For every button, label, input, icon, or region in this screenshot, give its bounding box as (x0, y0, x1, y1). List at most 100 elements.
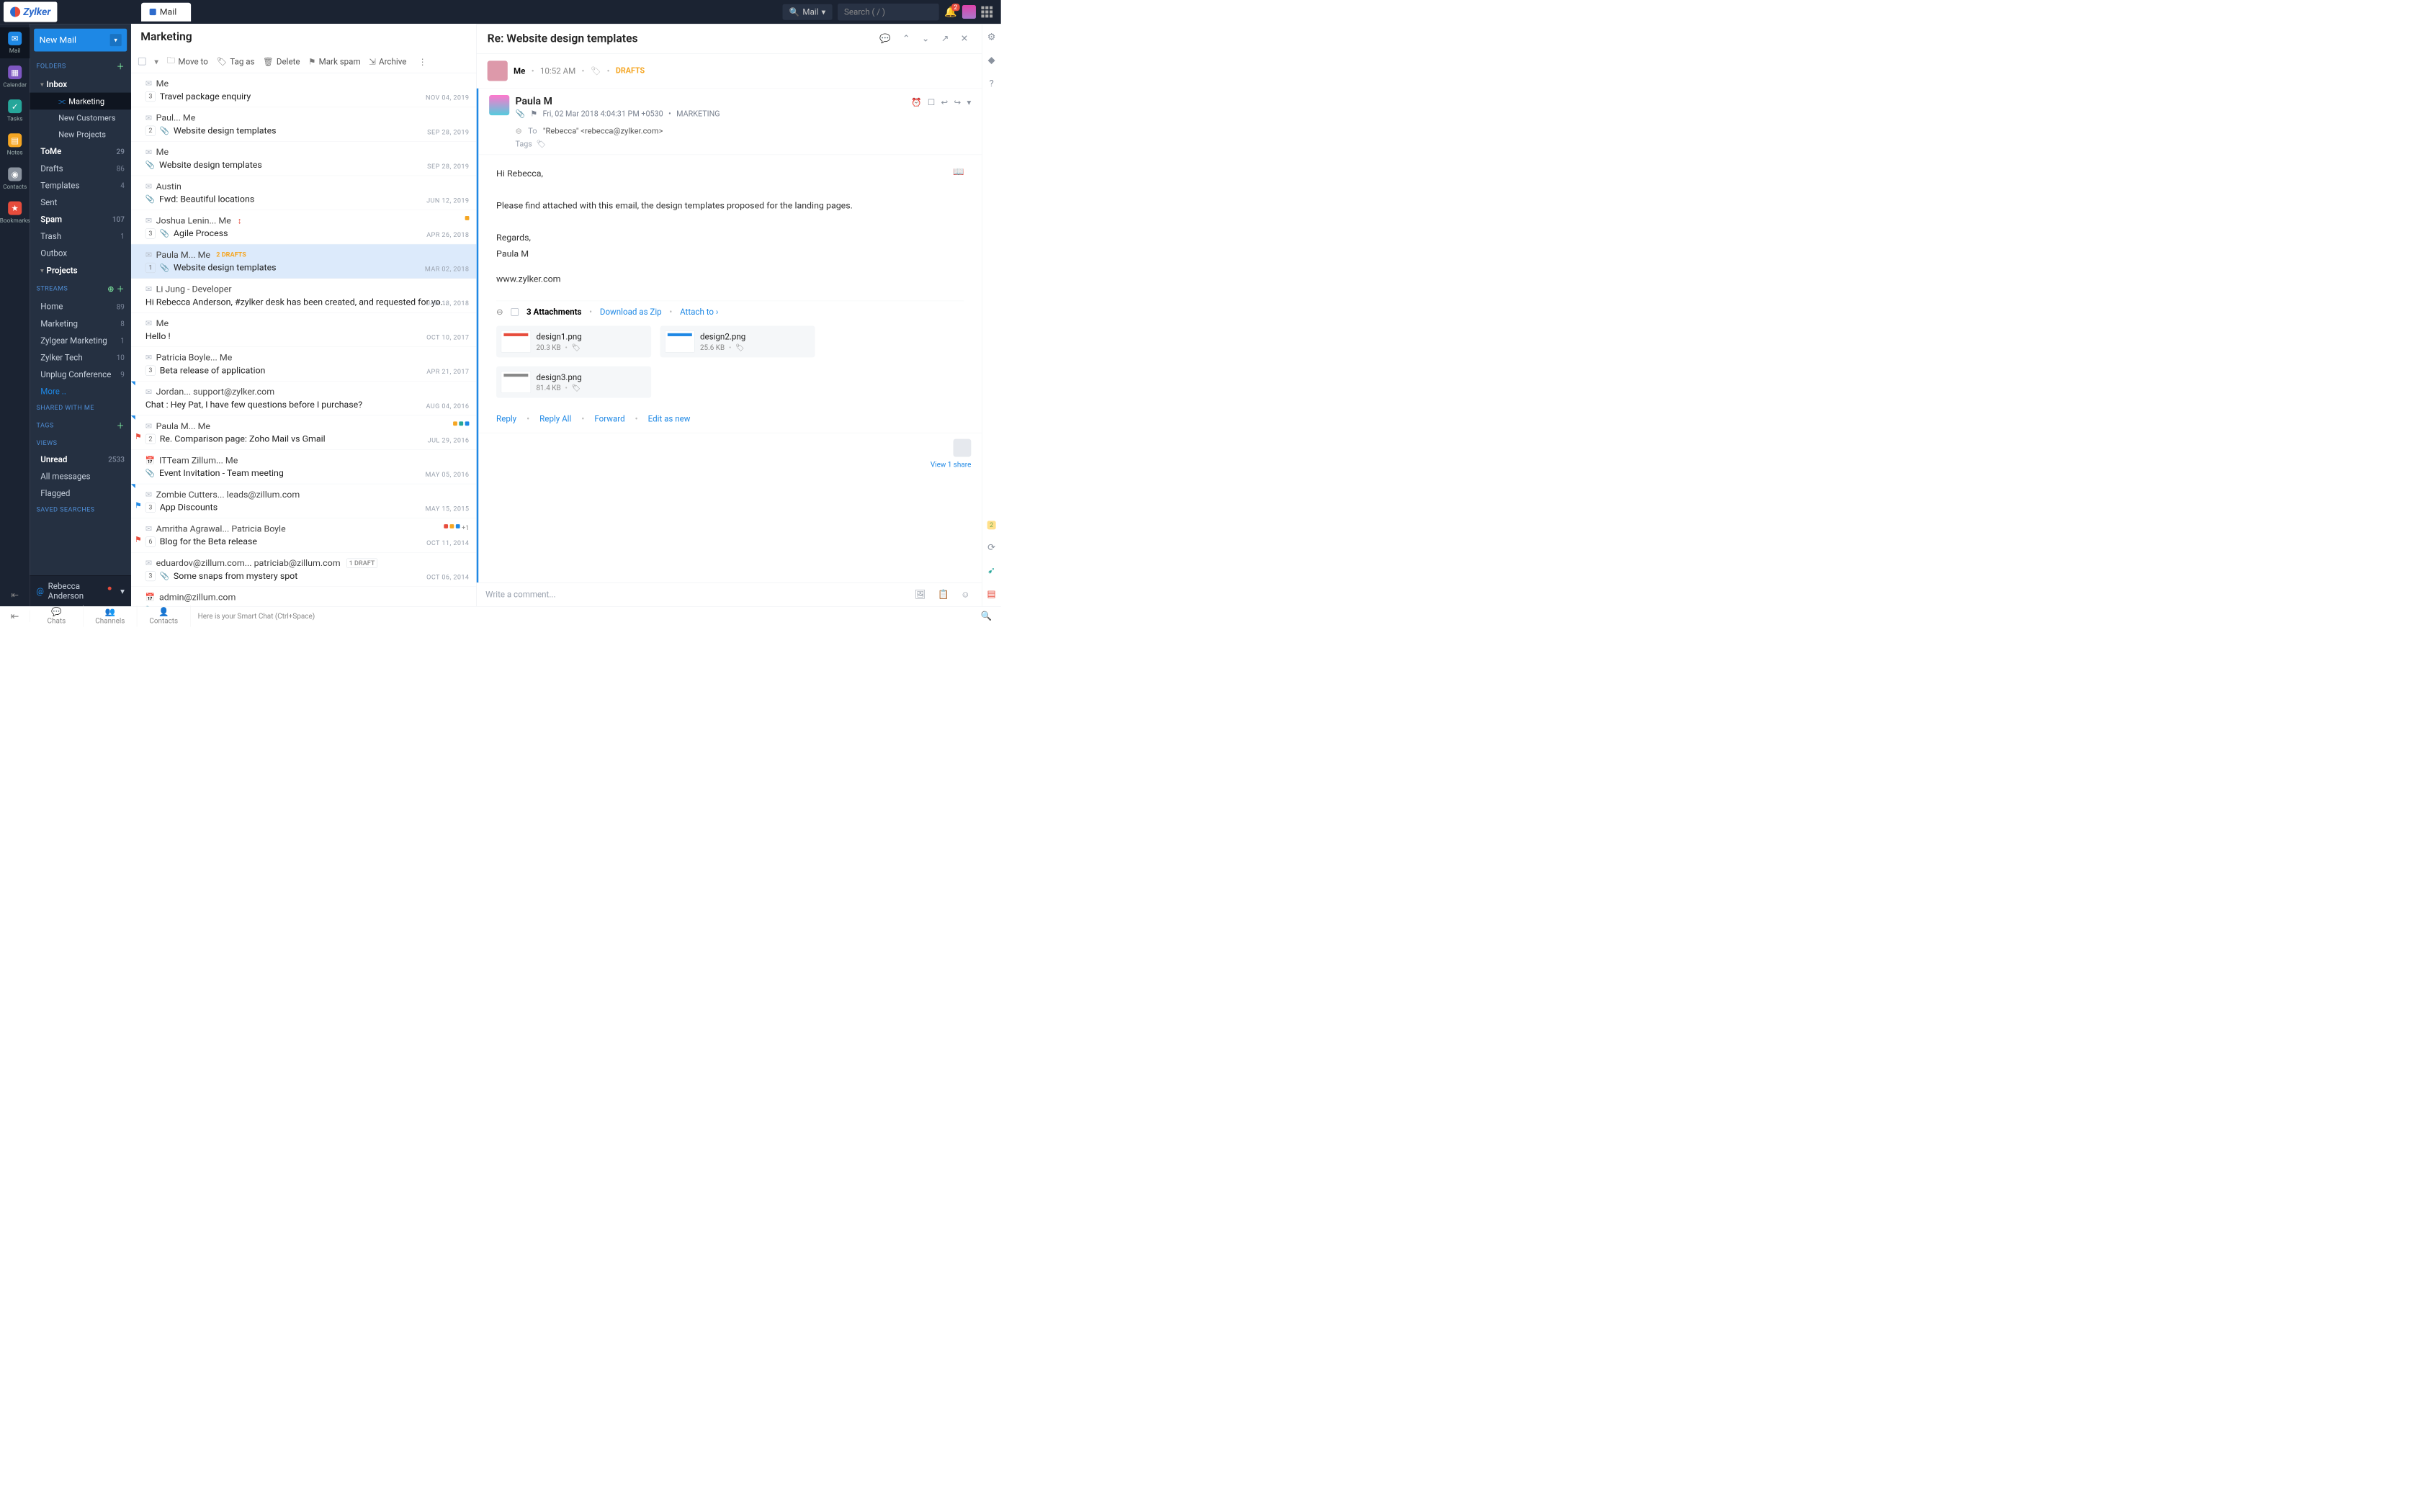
nav-section-shared[interactable]: SHARED WITH ME (30, 400, 131, 415)
add-tag-icon[interactable]: ＋ (117, 420, 125, 431)
stream-unplug-conference[interactable]: Unplug Conference9 (30, 366, 131, 383)
message-row[interactable]: ✉Austin📎Fwd: Beautiful locationsJUN 12, … (131, 176, 476, 210)
folder-projects[interactable]: ▾Projects (30, 262, 131, 279)
add-folder-icon[interactable]: ＋ (117, 60, 125, 71)
rail-mail[interactable]: ✉Mail (0, 27, 30, 58)
task-icon[interactable]: ☐ (928, 97, 935, 107)
forward-button[interactable]: Forward (594, 414, 624, 424)
message-row[interactable]: ✉Paula M... Me2 DRAFTS1📎Website design t… (131, 244, 476, 279)
view-flagged[interactable]: Flagged (30, 485, 131, 502)
notifications-button[interactable]: 🔔2 (944, 6, 957, 18)
chevron-down-icon[interactable]: ▾ (110, 34, 122, 46)
view-all-messages[interactable]: All messages (30, 468, 131, 485)
message-row[interactable]: ✉Paul... Me2📎Website design templatesSEP… (131, 107, 476, 142)
folder-sent[interactable]: Sent (30, 194, 131, 211)
new-mail-button[interactable]: New Mail▾ (34, 29, 127, 52)
tag-icon[interactable]: 🏷 (572, 343, 581, 352)
current-user[interactable]: @ Rebecca Anderson ▾ (30, 575, 131, 606)
widgets-icon[interactable]: ◆ (988, 54, 995, 66)
workspace-tab-mail[interactable]: Mail (141, 3, 191, 22)
collapse-icon[interactable]: ⊖ (496, 307, 503, 317)
attachment-card[interactable]: design2.png25.6 KB • 🏷 (660, 325, 815, 357)
attachment-card[interactable]: design3.png81.4 KB • 🏷 (496, 366, 651, 398)
prev-message-icon[interactable]: ⌃ (900, 32, 913, 45)
comment-input[interactable]: Write a comment... 🖼 📋 ☺ (477, 582, 982, 606)
forward-icon[interactable]: ↪ (954, 97, 962, 107)
message-row[interactable]: 📅ITTeam Zillum... Me📎Event Invitation - … (131, 450, 476, 485)
badge-2[interactable]: 2 (987, 521, 996, 529)
folder-new-customers[interactable]: New Customers (30, 109, 131, 126)
folder-marketing[interactable]: ⫘Marketing (30, 93, 131, 110)
flag-icon[interactable]: ⚑ (135, 433, 142, 441)
rail-notes[interactable]: ▤Notes (0, 130, 30, 161)
next-message-icon[interactable]: ⌄ (919, 32, 933, 45)
stream-label[interactable]: MARKETING (676, 109, 720, 118)
brand-logo[interactable]: Zylker (4, 1, 57, 22)
attachment-card[interactable]: design1.png20.3 KB • 🏷 (496, 325, 651, 357)
rail-tasks[interactable]: ✓Tasks (0, 95, 30, 126)
message-row[interactable]: ✉Li Jung - DeveloperHi Rebecca Anderson,… (131, 279, 476, 313)
select-all-attachments[interactable] (511, 308, 519, 316)
message-row[interactable]: ✉Me📎Website design templatesSEP 28, 2019 (131, 141, 476, 176)
rail-contacts[interactable]: ◉Contacts (0, 163, 30, 194)
select-all-checkbox[interactable] (138, 58, 146, 66)
tag-as-button[interactable]: 🏷Tag as (216, 56, 254, 66)
reply-icon[interactable]: ↩ (941, 97, 949, 107)
chevron-down-icon[interactable]: ▾ (154, 56, 158, 66)
folder-spam[interactable]: Spam107 (30, 211, 131, 228)
attach-comment-icon[interactable]: 🖼 (912, 590, 929, 600)
reply-all-button[interactable]: Reply All (539, 414, 571, 424)
attach-to[interactable]: Attach to › (680, 307, 718, 317)
folder-outbox[interactable]: Outbox (30, 245, 131, 262)
folder-inbox[interactable]: ▾Inbox (30, 76, 131, 93)
signature-url[interactable]: www.zylker.com (496, 271, 964, 287)
profile-avatar[interactable] (962, 5, 976, 19)
smart-chat-hint[interactable]: Here is your Smart Chat (Ctrl+Space) (191, 612, 972, 621)
tag-icon[interactable]: 🏷 (572, 384, 581, 392)
rail-collapse-icon[interactable]: ⇤ (5, 584, 24, 606)
stream-marketing[interactable]: Marketing8 (30, 315, 131, 333)
chat-icon[interactable]: 💬 (877, 32, 894, 45)
rocket-icon[interactable]: ➹ (987, 564, 995, 576)
message-row[interactable]: ✉Me3Travel package enquiryNOV 04, 2019 (131, 73, 476, 107)
to-recipient[interactable]: "Rebecca" <rebecca@zylker.com> (543, 126, 663, 135)
settings-icon[interactable]: ⚙ (987, 31, 996, 42)
message-row[interactable]: ✉eduardov@zillum.com... patriciab@zillum… (131, 552, 476, 587)
message-row[interactable]: ⚑+1✉Amritha Agrawal... Patricia Boyle6Bl… (131, 518, 476, 553)
flag-icon[interactable]: ⚑ (135, 501, 142, 510)
rail-bookmarks[interactable]: ★Bookmarks (0, 197, 30, 228)
bottom-chats[interactable]: 💬Chats (30, 605, 83, 626)
app-switcher-icon[interactable] (981, 6, 992, 18)
add-stream-icon[interactable]: ⊕ ＋ (107, 283, 125, 294)
bottom-channels[interactable]: 👥Channels (84, 605, 137, 626)
folder-drafts[interactable]: Drafts86 (30, 160, 131, 177)
flag-icon[interactable]: ⚑ (135, 535, 142, 544)
archive-button[interactable]: ⇲Archive (369, 56, 406, 66)
folder-new-projects[interactable]: New Projects (30, 126, 131, 143)
mark-spam-button[interactable]: ⚑Mark spam (308, 56, 361, 66)
share-view[interactable]: View 1 share (478, 433, 982, 474)
help-icon[interactable]: ? (990, 78, 994, 89)
more-menu-icon[interactable]: ⋮ (418, 56, 427, 66)
message-row[interactable]: 📅admin@zillum.com📎Event Updated - Demo V… (131, 587, 476, 606)
search-input[interactable]: Search ( / ) (838, 4, 939, 21)
folder-tome[interactable]: ToMe29 (30, 143, 131, 161)
message-row[interactable]: ✉Joshua Lenin... Me↕3📎Agile ProcessAPR 2… (131, 210, 476, 245)
streams-more[interactable]: More .. (30, 383, 131, 400)
more-icon[interactable]: ▾ (967, 97, 972, 107)
nav-section-tags[interactable]: TAGS＋ (30, 415, 131, 435)
open-window-icon[interactable]: ↗ (938, 32, 952, 45)
message-row[interactable]: ✉Patricia Boyle... Me3Beta release of ap… (131, 347, 476, 382)
search-scope[interactable]: 🔍Mail▾ (783, 4, 833, 20)
add-tag-icon[interactable]: 🏷 (537, 140, 547, 148)
emoji-icon[interactable]: ☺ (958, 590, 973, 600)
bottom-contacts[interactable]: 👤Contacts (137, 605, 190, 626)
tag-icon[interactable]: 🏷 (735, 343, 745, 352)
edit-as-new-button[interactable]: Edit as new (648, 414, 691, 424)
message-list[interactable]: ✉Me3Travel package enquiryNOV 04, 2019✉P… (131, 73, 476, 606)
bottom-search-icon[interactable]: 🔍 (972, 611, 1000, 621)
close-icon[interactable]: ✕ (958, 32, 972, 45)
reader-mode-icon[interactable]: 📖 (953, 163, 964, 179)
stream-zylgear-marketing[interactable]: Zylgear Marketing1 (30, 332, 131, 349)
reply-button[interactable]: Reply (496, 414, 516, 424)
